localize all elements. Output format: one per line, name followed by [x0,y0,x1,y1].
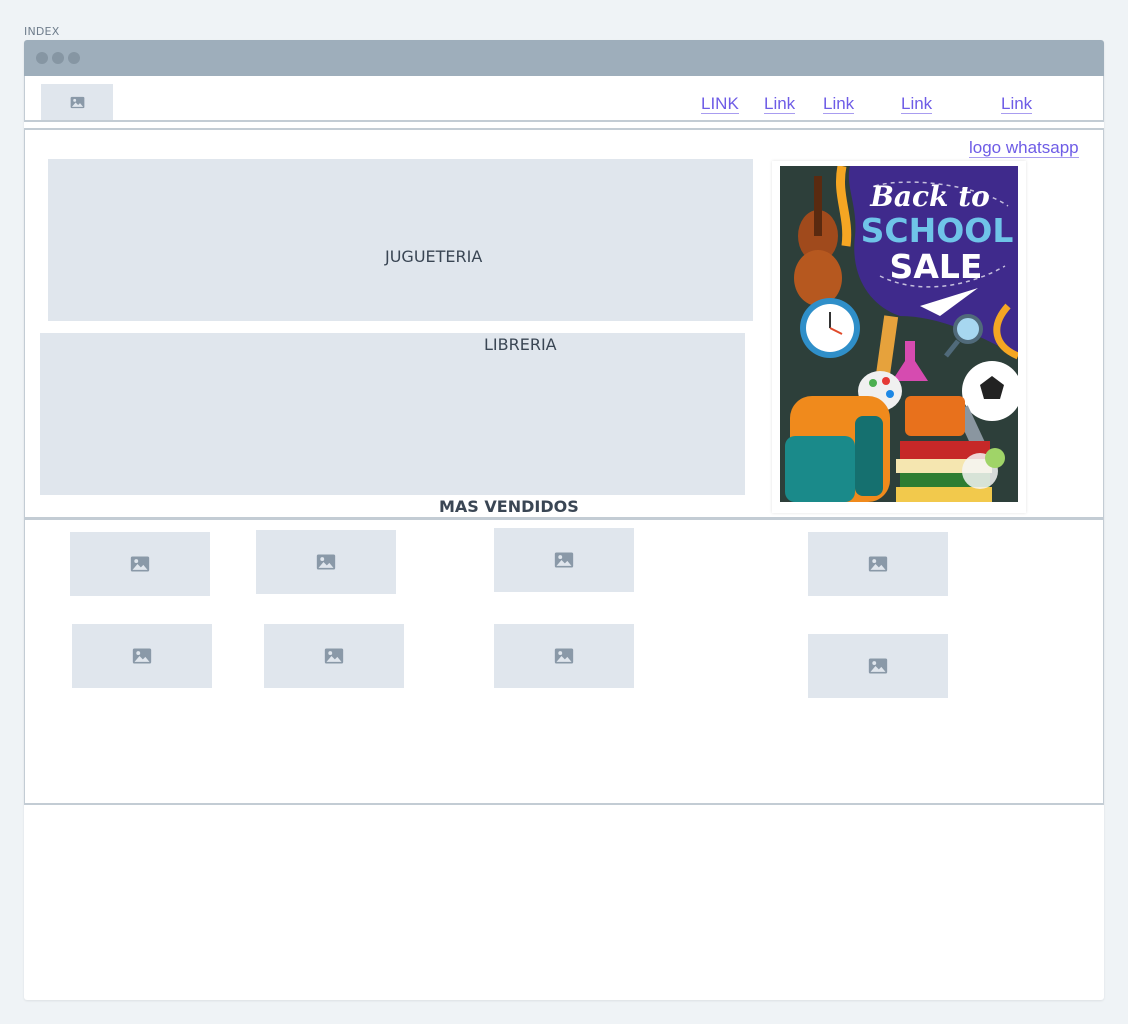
image-icon [130,556,150,572]
libreria-banner[interactable] [40,333,745,495]
poster-text-line1: Back to [869,180,990,213]
window-dot-minimize[interactable] [52,52,64,64]
jugueteria-banner[interactable] [48,159,753,321]
product-image-5[interactable] [72,624,212,688]
nav-logo[interactable] [41,84,113,120]
whatsapp-logo-link[interactable]: logo whatsapp [969,138,1079,158]
page-label: INDEX [24,25,60,38]
window-dot-close[interactable] [36,52,48,64]
poster-illustration: Back to SCHOOL SALE [780,166,1018,502]
product-image-6[interactable] [264,624,404,688]
back-to-school-poster[interactable]: Back to SCHOOL SALE [772,161,1026,513]
product-image-4[interactable] [808,532,948,596]
product-image-2[interactable] [256,530,396,594]
nav-link-3[interactable]: Link [823,94,855,114]
window-titlebar [24,40,1104,76]
image-icon [868,556,888,572]
image-icon [554,552,574,568]
top-navbar: LINK Link Link Link Link [24,76,1104,122]
nav-link-1[interactable]: LINK [701,94,739,114]
image-icon [70,96,84,108]
browser-window: LINK Link Link Link Link logo whatsapp J… [24,40,1104,1000]
product-image-8[interactable] [808,634,948,698]
poster-text-line2: SCHOOL [861,211,1014,250]
libreria-label: LIBRERIA [484,335,557,354]
window-dot-maximize[interactable] [68,52,80,64]
image-icon [554,648,574,664]
hero-section: logo whatsapp JUGUETERIA LIBRERIA Back t… [24,128,1104,520]
nav-link-5[interactable]: Link [1001,94,1033,114]
poster-image: Back to SCHOOL SALE [780,166,1018,502]
image-icon [868,658,888,674]
nav-link-2[interactable]: Link [764,94,796,114]
bestsellers-title: MAS VENDIDOS [439,497,579,516]
poster-text-line3: SALE [890,247,983,286]
product-image-1[interactable] [70,532,210,596]
image-icon [324,648,344,664]
product-image-3[interactable] [494,528,634,592]
nav-link-4[interactable]: Link [901,94,933,114]
product-image-7[interactable] [494,624,634,688]
image-icon [132,648,152,664]
bestsellers-section [24,520,1104,805]
jugueteria-label: JUGUETERIA [385,247,483,266]
image-icon [316,554,336,570]
